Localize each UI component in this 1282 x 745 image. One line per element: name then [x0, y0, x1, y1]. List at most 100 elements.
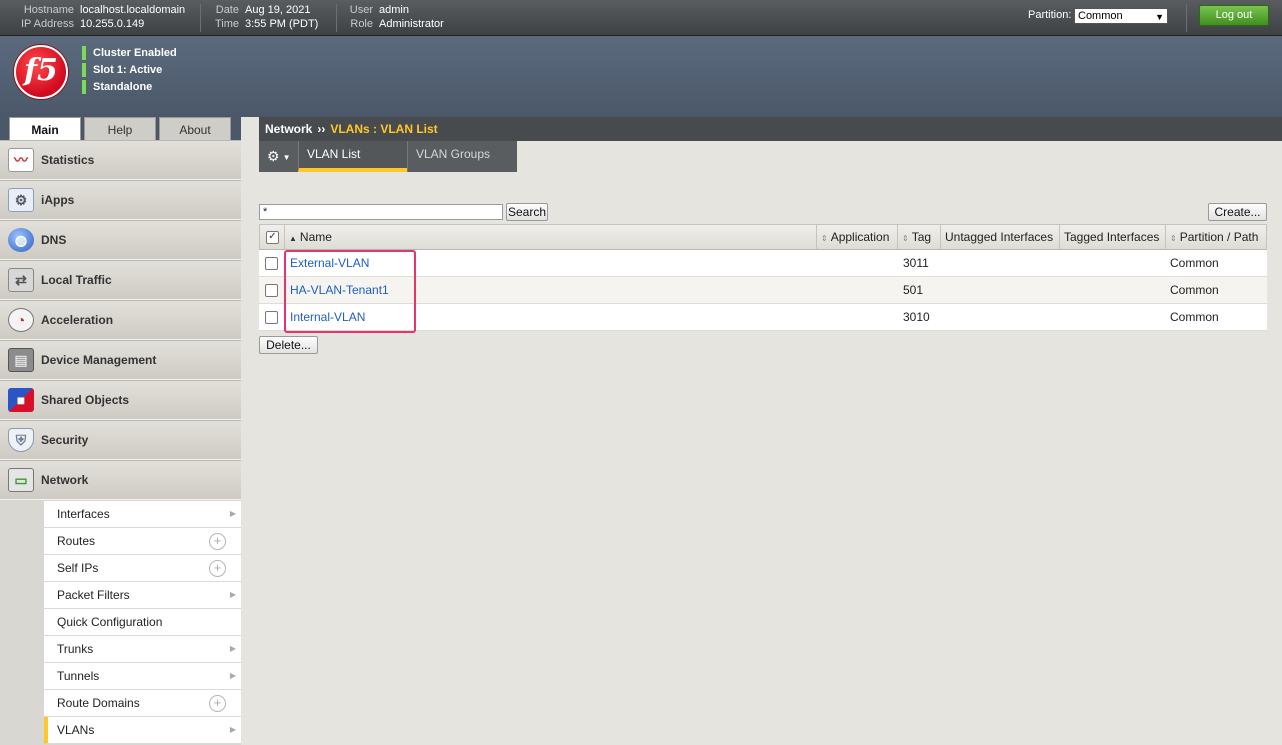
chart-icon: 〰: [8, 148, 34, 172]
plus-icon[interactable]: +: [209, 560, 226, 577]
sidebar-item-network[interactable]: ▭ Network: [0, 460, 241, 500]
column-header-tag[interactable]: ⇕ Tag: [898, 224, 941, 250]
sidebar-item-dns[interactable]: ◍ DNS: [0, 220, 241, 260]
row-checkbox[interactable]: [265, 311, 278, 324]
plus-icon[interactable]: +: [209, 695, 226, 712]
breadcrumb-separator: ››: [317, 122, 326, 136]
table-row: Internal-VLAN 3010 Common: [259, 304, 1267, 331]
header-divider: [1186, 4, 1187, 32]
vlan-name-cell: HA-VLAN-Tenant1: [290, 277, 389, 303]
sidebar-item-device-management[interactable]: ▤ Device Management: [0, 340, 241, 380]
ip-label: IP Address: [21, 18, 74, 30]
status-mode: Standalone: [82, 80, 152, 94]
submenu-routes[interactable]: Routes +: [44, 528, 241, 555]
plus-icon[interactable]: +: [209, 533, 226, 550]
gear-icon: ⚙: [267, 148, 280, 164]
status-cluster: Cluster Enabled: [82, 46, 177, 60]
datetime-info: Date Aug 19, 2021 Time 3:55 PM (PDT): [200, 3, 318, 31]
sidebar-item-statistics[interactable]: 〰 Statistics: [0, 140, 241, 180]
role-label: Role: [350, 18, 373, 30]
sidebar-item-security[interactable]: ⛨ Security: [0, 420, 241, 460]
host-info: Hostname localhost.localdomain IP Address…: [4, 3, 185, 31]
table-row: HA-VLAN-Tenant1 501 Common: [259, 277, 1267, 304]
tab-vlan-groups[interactable]: VLAN Groups: [407, 141, 517, 172]
vlan-name-link[interactable]: Internal-VLAN: [290, 310, 365, 324]
submenu-packet-filters[interactable]: Packet Filters ▶: [44, 582, 241, 609]
vlan-name-link[interactable]: External-VLAN: [290, 256, 369, 270]
search-input[interactable]: *: [259, 204, 503, 220]
column-header-partition-path[interactable]: ⇕ Partition / Path: [1166, 224, 1267, 250]
sidebar-item-local-traffic[interactable]: ⇄ Local Traffic: [0, 260, 241, 300]
submenu-interfaces[interactable]: Interfaces ▶: [44, 501, 241, 528]
partition-label: Partition:: [1028, 9, 1072, 21]
hostname-label: Hostname: [23, 4, 74, 16]
date-label: Date: [215, 4, 239, 16]
time-label: Time: [214, 18, 239, 30]
vlan-name-link[interactable]: HA-VLAN-Tenant1: [290, 283, 389, 297]
network-icon: ▭: [8, 468, 34, 492]
role-value: Administrator: [379, 18, 444, 30]
globe-icon: ◍: [8, 228, 34, 252]
ip-value: 10.255.0.149: [80, 18, 145, 30]
vlan-name-cell: Internal-VLAN: [290, 304, 365, 330]
top-header: Hostname localhost.localdomain IP Address…: [0, 0, 1282, 36]
sort-icon: ⇕: [1170, 234, 1177, 243]
partition-cell: Common: [1170, 256, 1219, 270]
column-header-application[interactable]: ⇕ Application: [817, 224, 898, 250]
column-header-tagged-interfaces: Tagged Interfaces: [1060, 224, 1166, 250]
submenu-tunnels[interactable]: Tunnels ▶: [44, 663, 241, 690]
gear-icon: ⚙: [8, 188, 34, 212]
breadcrumb-section[interactable]: Network: [265, 122, 312, 136]
vlan-name-cell: External-VLAN: [290, 250, 369, 276]
user-label: User: [349, 4, 373, 16]
user-info: User admin Role Administrator: [336, 3, 444, 31]
row-checkbox[interactable]: [265, 257, 278, 270]
submenu-vlans[interactable]: VLANs ▶: [44, 717, 241, 744]
user-value: admin: [379, 4, 409, 16]
time-value: 3:55 PM (PDT): [245, 18, 319, 30]
chevron-right-icon: ▶: [229, 644, 236, 653]
chevron-right-icon: ▶: [229, 671, 236, 680]
tab-help[interactable]: Help: [84, 117, 156, 142]
sidebar-item-iapps[interactable]: ⚙ iApps: [0, 180, 241, 220]
tag-cell: 3010: [903, 310, 930, 324]
server-icon: ▤: [8, 348, 34, 372]
column-header-untagged-interfaces: Untagged Interfaces: [941, 224, 1060, 250]
chevron-right-icon: ▶: [229, 509, 236, 518]
main-tabs: Main Help About: [0, 117, 241, 143]
search-button[interactable]: Search: [506, 203, 548, 221]
submenu-route-domains[interactable]: Route Domains +: [44, 690, 241, 717]
sidebar: 〰 Statistics ⚙ iApps ◍ DNS ⇄ Local Traff…: [0, 140, 241, 745]
tab-vlan-list[interactable]: VLAN List: [298, 141, 408, 172]
status-slot: Slot 1: Active: [82, 63, 162, 77]
partition-select[interactable]: Common ▼: [1074, 8, 1168, 24]
partition-cell: Common: [1170, 310, 1219, 324]
create-button[interactable]: Create...: [1208, 203, 1267, 221]
partition-value: Common: [1078, 10, 1123, 22]
f5-logo: f5: [14, 45, 68, 99]
sidebar-item-shared-objects[interactable]: ■ Shared Objects: [0, 380, 241, 420]
submenu-quick-configuration[interactable]: Quick Configuration: [44, 609, 241, 636]
submenu-trunks[interactable]: Trunks ▶: [44, 636, 241, 663]
status-indicator: [82, 46, 86, 60]
date-value: Aug 19, 2021: [245, 4, 311, 16]
submenu-self-ips[interactable]: Self IPs +: [44, 555, 241, 582]
sidebar-item-acceleration[interactable]: ◔ Acceleration: [0, 300, 241, 340]
delete-button[interactable]: Delete...: [259, 336, 318, 354]
logout-button[interactable]: Log out: [1199, 5, 1269, 26]
tab-about[interactable]: About: [159, 117, 231, 142]
options-menu-button[interactable]: ⚙ ▼: [259, 141, 298, 172]
tag-cell: 501: [903, 283, 924, 297]
shield-icon: ⛨: [8, 428, 34, 452]
status-indicator: [82, 63, 86, 77]
gauge-icon: ◔: [8, 308, 34, 332]
select-all-header: ✓: [259, 224, 285, 250]
sort-icon: ⇕: [902, 234, 909, 243]
column-header-name[interactable]: ▲ Name: [285, 224, 817, 250]
sort-icon: ⇕: [821, 234, 828, 243]
row-checkbox[interactable]: [265, 284, 278, 297]
breadcrumb: Network ›› VLANs : VLAN List: [259, 117, 1282, 141]
select-all-checkbox[interactable]: ✓: [266, 231, 279, 244]
chevron-right-icon: ▶: [229, 590, 236, 599]
partition-cell: Common: [1170, 283, 1219, 297]
